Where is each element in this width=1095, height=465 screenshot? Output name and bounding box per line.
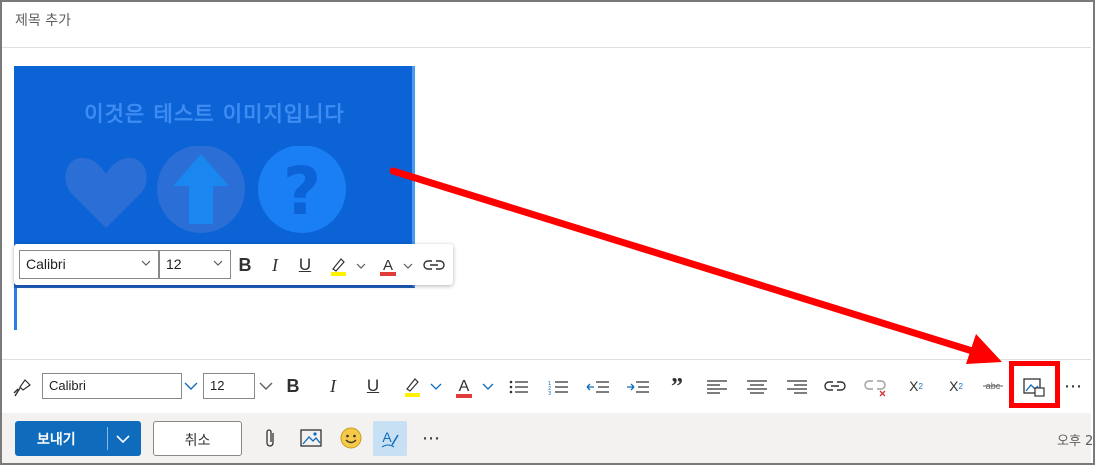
cancel-label: 취소 [184, 433, 211, 449]
floating-format-toolbar: Calibri 12 B I U A [14, 244, 453, 285]
send-divider [107, 427, 108, 450]
attach-icon[interactable] [262, 427, 278, 449]
size-value: 12 [210, 378, 225, 393]
font-color-icon[interactable]: A [378, 255, 398, 277]
align-center-icon[interactable] [746, 378, 768, 396]
insert-picture-icon[interactable] [300, 429, 322, 447]
link-icon[interactable] [824, 378, 846, 394]
chevron-down-icon[interactable] [355, 261, 367, 271]
compose-action-bar: 보내기 취소 A ⋯ 오후 2 [2, 413, 1094, 463]
chevron-down-icon[interactable] [481, 382, 495, 392]
chevron-down-icon [141, 260, 151, 266]
format-painter-icon[interactable] [12, 378, 32, 398]
mini-size-select[interactable]: 12 [159, 250, 231, 279]
decrease-indent-icon[interactable] [586, 378, 610, 396]
send-label: 보내기 [37, 432, 76, 448]
mini-font-value: Calibri [26, 256, 66, 272]
underline-button[interactable]: U [362, 374, 384, 398]
chevron-down-icon [213, 260, 223, 266]
question-icon: ? [258, 146, 346, 233]
highlight-icon[interactable] [328, 256, 350, 276]
send-button[interactable]: 보내기 [15, 421, 141, 456]
text-cursor [14, 288, 17, 330]
more-actions-icon[interactable]: ⋯ [418, 426, 444, 450]
remove-link-icon[interactable] [864, 377, 888, 397]
format-pen-icon: A [381, 429, 399, 448]
subject-field[interactable]: 제목 추가 [2, 2, 1091, 48]
svg-text:?: ? [283, 153, 321, 230]
underline-button[interactable]: U [294, 253, 316, 277]
svg-text:A: A [382, 429, 392, 445]
more-options-icon[interactable]: ⋯ [1060, 374, 1086, 398]
chevron-down-icon[interactable] [183, 380, 199, 392]
svg-text:A: A [383, 257, 393, 274]
font-value: Calibri [49, 378, 86, 393]
mini-font-select[interactable]: Calibri [19, 250, 159, 279]
strikethrough-icon[interactable]: abc [982, 378, 1004, 394]
numbered-list-icon[interactable]: 1 2 3 [548, 378, 570, 396]
chevron-down-icon[interactable] [429, 382, 443, 392]
size-select[interactable]: 12 [203, 373, 255, 399]
chevron-down-icon[interactable] [115, 431, 131, 447]
quote-button[interactable]: ” [666, 374, 688, 400]
svg-text:A: A [459, 378, 470, 395]
align-right-icon[interactable] [786, 378, 808, 396]
heart-icon [65, 157, 147, 228]
draft-saved-time: 오후 2 [1057, 434, 1094, 449]
increase-indent-icon[interactable] [626, 378, 650, 396]
annotation-highlight-box [1009, 361, 1060, 408]
font-select[interactable]: Calibri [42, 373, 182, 399]
highlight-icon[interactable] [402, 376, 424, 398]
chevron-down-icon[interactable] [258, 380, 274, 392]
link-icon[interactable] [423, 257, 445, 273]
superscript-button[interactable]: X2 [904, 374, 928, 398]
subscript-button[interactable]: X2 [944, 374, 968, 398]
cancel-button[interactable]: 취소 [153, 421, 242, 456]
bold-button[interactable]: B [234, 253, 256, 277]
subject-placeholder: 제목 추가 [15, 13, 71, 29]
italic-button[interactable]: I [322, 374, 344, 398]
up-arrow-icon [157, 146, 245, 233]
mini-size-value: 12 [166, 256, 182, 272]
align-left-icon[interactable] [706, 378, 728, 396]
formatting-toggle-button[interactable]: A [373, 421, 407, 456]
image-caption: 이것은 테스트 이미지입니다 [84, 102, 345, 126]
svg-text:3: 3 [548, 391, 551, 396]
font-color-icon[interactable]: A [454, 375, 474, 399]
bold-button[interactable]: B [282, 374, 304, 398]
image-icons: ? [65, 146, 346, 233]
italic-button[interactable]: I [264, 253, 286, 277]
format-toolbar: Calibri 12 B I U A 1 2 3 ” X 2 X 2 abc ⋯ [2, 359, 1091, 413]
bullet-list-icon[interactable] [508, 378, 530, 396]
emoji-icon[interactable] [340, 427, 362, 449]
chevron-down-icon[interactable] [402, 261, 414, 271]
